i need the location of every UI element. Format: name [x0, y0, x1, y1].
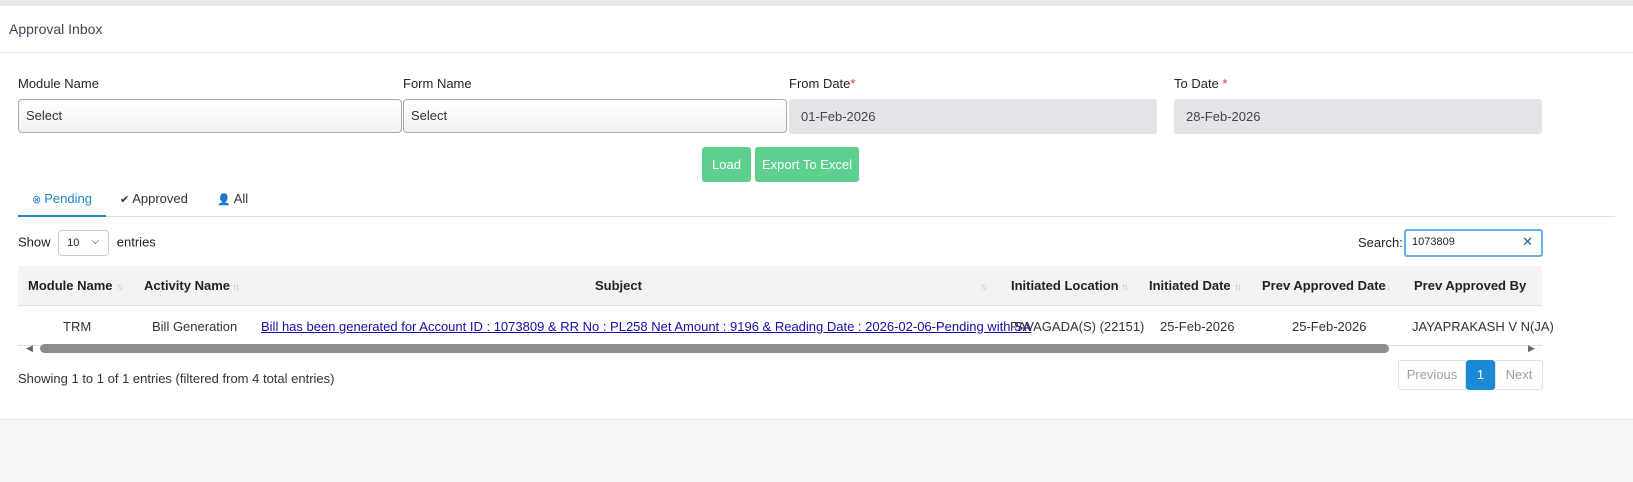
times-circle-icon: ⊗ — [32, 194, 42, 206]
cell-prev-approved-date: 25-Feb-2026 — [1292, 319, 1367, 334]
next-button[interactable]: Next — [1495, 360, 1543, 390]
to-date-input[interactable]: 28-Feb-2026 — [1174, 99, 1542, 134]
cell-initiated-date: 25-Feb-2026 — [1160, 319, 1235, 334]
form-name-label: Form Name — [403, 76, 472, 91]
sort-icon[interactable]: ↑↓ — [1234, 282, 1242, 293]
table-header: Module Name ↑↓ Activity Name ↑↓ Subject … — [18, 266, 1542, 306]
page-1-button[interactable]: 1 — [1466, 360, 1495, 390]
cell-activity: Bill Generation — [152, 319, 238, 334]
sort-icon[interactable]: ↑↓ — [116, 282, 124, 293]
entries-label: entries — [116, 234, 156, 250]
col-initiated-date[interactable]: Initiated Date — [1149, 278, 1231, 293]
subject-link[interactable]: Bill has been generated for Account ID :… — [261, 319, 1031, 334]
panel-title: Approval Inbox — [0, 6, 1633, 53]
from-date-input[interactable]: 01-Feb-2026 — [789, 99, 1157, 134]
from-date-field: From Date* 01-Feb-2026 — [789, 76, 1157, 134]
cell-module: TRM — [63, 319, 92, 334]
approval-inbox-panel: Approval Inbox Module Name Select Form N… — [0, 6, 1633, 420]
tab-pending[interactable]: ⊗ Pending — [18, 183, 106, 217]
clear-search-icon[interactable]: ✕ — [1522, 234, 1533, 250]
search-input[interactable]: 1073809 ✕ — [1404, 229, 1543, 257]
col-module-name[interactable]: Module Name — [28, 278, 113, 293]
to-date-field: To Date * 28-Feb-2026 — [1174, 76, 1542, 134]
col-prev-approved-by[interactable]: Prev Approved By — [1414, 278, 1526, 293]
form-name-field: Form Name Select — [403, 76, 787, 133]
module-name-select[interactable]: Select — [18, 99, 402, 133]
page-size-select[interactable]: 10 ⌵ — [58, 230, 110, 256]
table-row: TRM Bill Generation Bill has been genera… — [18, 306, 1554, 346]
scroll-left-icon[interactable]: ◀ — [26, 343, 33, 354]
col-initiated-location[interactable]: Initiated Location — [1011, 278, 1119, 293]
tab-approved[interactable]: ✔ Approved — [106, 183, 202, 217]
chevron-down-icon: ⌵ — [91, 236, 100, 247]
horizontal-scrollbar[interactable]: ◀ ▶ — [18, 341, 1542, 356]
col-subject[interactable]: Subject — [595, 278, 642, 293]
search-label: Search: — [1358, 235, 1403, 250]
sort-icon[interactable]: ↑↓ — [232, 282, 240, 293]
load-button[interactable]: Load — [702, 147, 751, 182]
sort-icon[interactable]: ↑↓ — [1121, 282, 1129, 293]
check-circle-icon: ✔ — [120, 194, 130, 206]
col-prev-approved-date[interactable]: Prev Approved Date — [1262, 278, 1386, 293]
sort-icon[interactable]: ↑↓ — [980, 282, 988, 293]
module-name-label: Module Name — [18, 76, 99, 91]
page-background — [0, 421, 1633, 482]
status-tabs: ⊗ Pending ✔ Approved 👤 All — [18, 183, 1615, 217]
col-activity-name[interactable]: Activity Name — [144, 278, 230, 293]
sort-icon[interactable]: ↑↓ — [1383, 282, 1391, 293]
export-excel-button[interactable]: Export To Excel — [755, 147, 859, 182]
cell-prev-approved-by: JAYAPRAKASH V N(JA) — [1412, 319, 1554, 334]
module-name-field: Module Name Select — [18, 76, 402, 133]
user-icon: 👤 — [217, 194, 231, 206]
scroll-right-icon[interactable]: ▶ — [1528, 343, 1535, 354]
table-info: Showing 1 to 1 of 1 entries (filtered fr… — [18, 371, 335, 386]
form-name-select[interactable]: Select — [403, 99, 787, 133]
from-date-label: From Date* — [789, 76, 856, 91]
show-label: Show — [18, 234, 51, 250]
scrollbar-thumb[interactable] — [40, 344, 1389, 353]
to-date-label: To Date * — [1174, 76, 1228, 91]
cell-subject: Bill has been generated for Account ID :… — [261, 319, 1031, 334]
cell-location: PAVAGADA(S) (22151) — [1010, 319, 1145, 334]
tab-all[interactable]: 👤 All — [203, 183, 262, 217]
page-size-control: Show 10 ⌵ entries — [18, 230, 156, 256]
previous-button[interactable]: Previous — [1398, 360, 1466, 390]
